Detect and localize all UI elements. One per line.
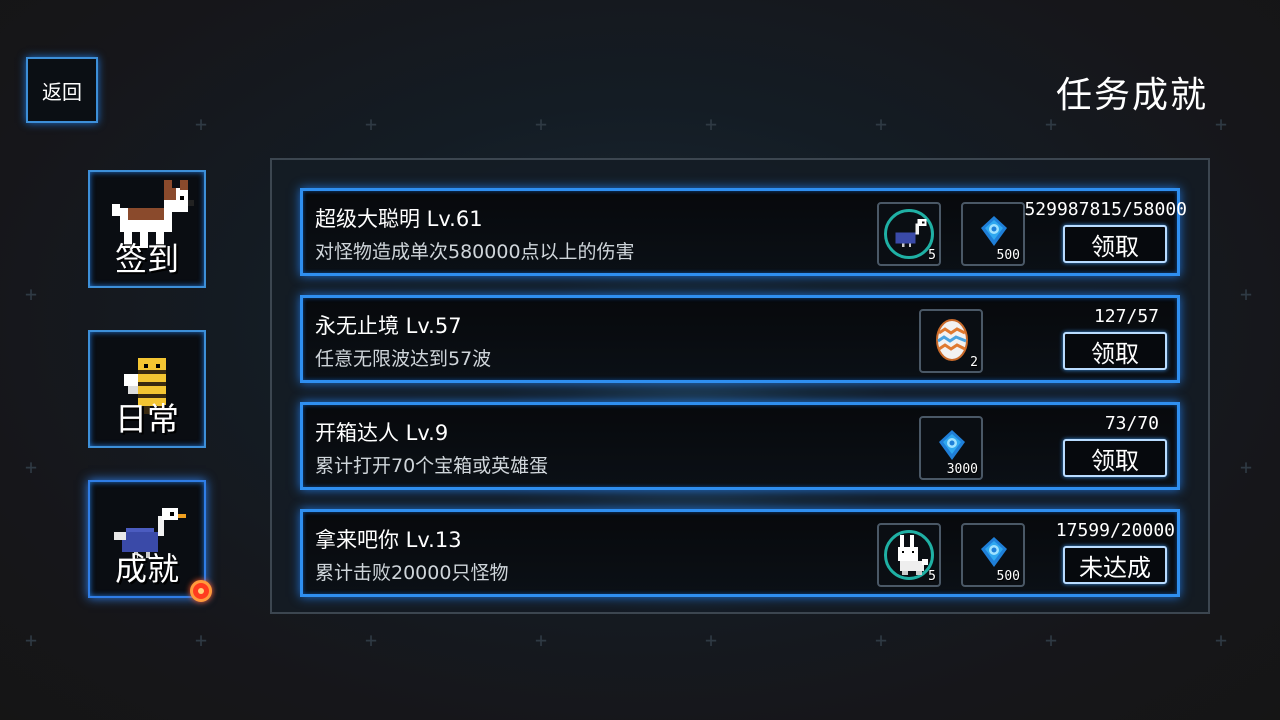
achievement-desc: 对怪物造成单次580000点以上的伤害 [315,241,635,263]
achievement-progress: 529987815/58000 [1024,199,1187,220]
not-achieved-button[interactable]: 未达成 [1063,546,1167,584]
achievement-desc: 累计击败20000只怪物 [315,562,509,584]
crystal-icon [981,216,1007,246]
page-title: 任务成就 [1055,75,1208,116]
crystal-icon [939,430,965,460]
achievement-row: 开箱达人 Lv.9 累计打开70个宝箱或英雄蛋 3000 73/70 领取 [300,402,1180,490]
achievement-name: 超级大聪明 Lv.61 [315,207,483,231]
reward-qty: 5 [928,569,936,584]
achievement-progress: 127/57 [1093,306,1159,327]
reward-qty: 5 [928,248,936,263]
reward-rabbit[interactable]: 5 [877,523,941,587]
ostrich-icon [895,219,927,247]
achievement-row: 拿来吧你 Lv.13 累计击败20000只怪物 5 500 17599/2000… [300,509,1180,597]
crystal-icon [981,537,1007,567]
reward-qty: 3000 [946,462,978,477]
reward-crystal[interactable]: 3000 [919,416,983,480]
reward-crystal[interactable]: 500 [961,202,1025,266]
achievement-progress: 73/70 [1104,413,1159,434]
achievement-name: 拿来吧你 Lv.13 [315,528,462,552]
achievement-panel: 超级大聪明 Lv.61 对怪物造成单次580000点以上的伤害 5 500 52… [270,158,1210,614]
achievement-desc: 任意无限波达到57波 [315,348,492,370]
reward-crystal[interactable]: 500 [961,523,1025,587]
achievement-row: 永无止境 Lv.57 任意无限波达到57波 2 127/57 领取 [300,295,1180,383]
achievement-progress: 17599/20000 [1055,520,1175,541]
rabbit-icon [898,535,928,575]
achievement-desc: 累计打开70个宝箱或英雄蛋 [315,455,549,477]
claim-button[interactable]: 领取 [1063,439,1167,477]
reward-ostrich[interactable]: 5 [877,202,941,266]
reward-qty: 2 [970,355,978,370]
notification-dot [190,580,212,602]
reward-egg[interactable]: 2 [919,309,983,373]
tab-daily-label: 日常 [114,400,179,438]
claim-button[interactable]: 领取 [1063,225,1167,263]
back-button[interactable]: 返回 [26,57,98,123]
tab-daily[interactable]: 日常 [88,330,206,448]
egg-icon [936,319,968,361]
claim-button[interactable]: 领取 [1063,332,1167,370]
achievement-name: 开箱达人 Lv.9 [315,421,449,445]
achievement-name: 永无止境 Lv.57 [315,314,462,338]
tab-checkin[interactable]: 签到 [88,170,206,288]
reward-qty: 500 [996,248,1020,263]
achievement-row: 超级大聪明 Lv.61 对怪物造成单次580000点以上的伤害 5 500 52… [300,188,1187,276]
back-button-label: 返回 [42,79,82,104]
tab-achievement-label: 成就 [114,550,179,588]
tab-achievement[interactable]: 成就 [88,480,206,598]
reward-qty: 500 [996,569,1020,584]
tab-checkin-label: 签到 [114,240,179,278]
